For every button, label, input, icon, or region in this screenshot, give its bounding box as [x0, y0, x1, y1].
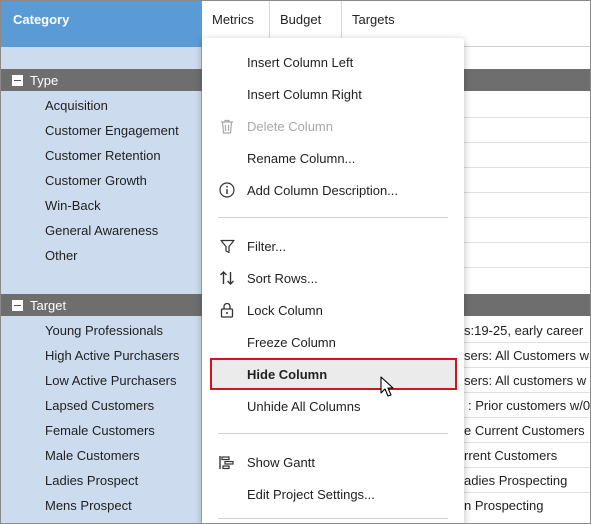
filter-icon	[219, 238, 235, 254]
menu-item-sort-rows[interactable]: Sort Rows...	[202, 263, 464, 293]
targets-cell[interactable]: : Prior customers w/0	[468, 393, 590, 418]
category-item[interactable]: Ladies Prospect	[45, 468, 138, 493]
category-item[interactable]: Other	[45, 243, 78, 268]
menu-item-rename-column[interactable]: Rename Column...	[202, 143, 464, 173]
menu-item-delete-column: Delete Column	[202, 111, 464, 141]
collapse-icon[interactable]	[12, 74, 23, 86]
menu-item-label: Insert Column Right	[247, 86, 362, 102]
menu-item-label: Add Column Description...	[247, 182, 399, 198]
menu-separator	[218, 518, 448, 519]
column-context-menu: Insert Column Left Insert Column Right D…	[202, 38, 464, 523]
menu-separator	[218, 217, 448, 218]
menu-item-label: Rename Column...	[247, 150, 356, 166]
mouse-cursor-icon	[380, 376, 394, 397]
collapse-icon[interactable]	[12, 299, 23, 311]
trash-icon	[219, 118, 235, 134]
category-column: Category Type Acquisition Customer Engag…	[1, 1, 590, 523]
category-item[interactable]: Lapsed Customers	[45, 393, 154, 418]
targets-cell[interactable]: sers: All customers w	[464, 368, 590, 393]
menu-separator	[218, 433, 448, 434]
category-item[interactable]: Customer Growth	[45, 168, 147, 193]
group-label: Type	[30, 72, 59, 88]
menu-item-edit-project-settings[interactable]: Edit Project Settings...	[202, 479, 464, 509]
menu-item-lock-column[interactable]: Lock Column	[202, 295, 464, 325]
menu-item-label: Edit Project Settings...	[247, 486, 375, 502]
group-label: Target	[30, 297, 67, 313]
targets-cell[interactable]: s:19-25, early career	[464, 318, 590, 343]
menu-item-filter[interactable]: Filter...	[202, 231, 464, 261]
category-item[interactable]: Customer Retention	[45, 143, 161, 168]
menu-item-insert-column-left[interactable]: Insert Column Left	[202, 47, 464, 77]
category-header[interactable]: Category	[1, 1, 202, 47]
category-item[interactable]: Win-Back	[45, 193, 101, 218]
category-item[interactable]: Young Professionals	[45, 318, 163, 343]
category-item[interactable]: Acquisition	[45, 93, 108, 118]
info-icon	[219, 182, 235, 198]
category-item[interactable]: Low Active Purchasers	[45, 368, 177, 393]
targets-cell[interactable]: adies Prospecting	[464, 468, 590, 493]
targets-cell[interactable]: rrent Customers	[464, 443, 590, 468]
menu-item-unhide-all-columns[interactable]: Unhide All Columns	[202, 391, 464, 421]
menu-item-show-gantt[interactable]: Show Gantt	[202, 447, 464, 477]
menu-item-label: Sort Rows...	[247, 270, 318, 286]
menu-item-hide-column[interactable]: Hide Column	[202, 359, 464, 389]
menu-item-label: Lock Column	[247, 302, 323, 318]
menu-item-label: Hide Column	[247, 366, 328, 382]
menu-item-label: Filter...	[247, 238, 287, 254]
category-item[interactable]: Customer Engagement	[45, 118, 179, 143]
category-item[interactable]: General Awareness	[45, 218, 158, 243]
sort-icon	[219, 270, 235, 286]
project-grid: Category Type Acquisition Customer Engag…	[0, 0, 591, 524]
menu-item-label: Show Gantt	[247, 454, 315, 470]
menu-item-insert-column-right[interactable]: Insert Column Right	[202, 79, 464, 109]
menu-item-label: Unhide All Columns	[247, 398, 361, 414]
gantt-icon	[219, 454, 235, 470]
category-item[interactable]: Female Customers	[45, 418, 155, 443]
targets-cell[interactable]: e Current Customers	[464, 418, 590, 443]
menu-item-label: Insert Column Left	[247, 54, 354, 70]
category-item[interactable]: High Active Purchasers	[45, 343, 179, 368]
lock-icon	[219, 302, 235, 318]
targets-cell[interactable]: n Prospecting	[464, 493, 590, 518]
menu-item-label: Freeze Column	[247, 334, 336, 350]
menu-item-label: Delete Column	[247, 118, 333, 134]
category-item[interactable]: Mens Prospect	[45, 493, 132, 518]
targets-cell[interactable]: sers: All Customers w	[464, 343, 590, 368]
category-item[interactable]: Male Customers	[45, 443, 140, 468]
menu-item-add-column-description[interactable]: Add Column Description...	[202, 175, 464, 205]
menu-item-freeze-column[interactable]: Freeze Column	[202, 327, 464, 357]
